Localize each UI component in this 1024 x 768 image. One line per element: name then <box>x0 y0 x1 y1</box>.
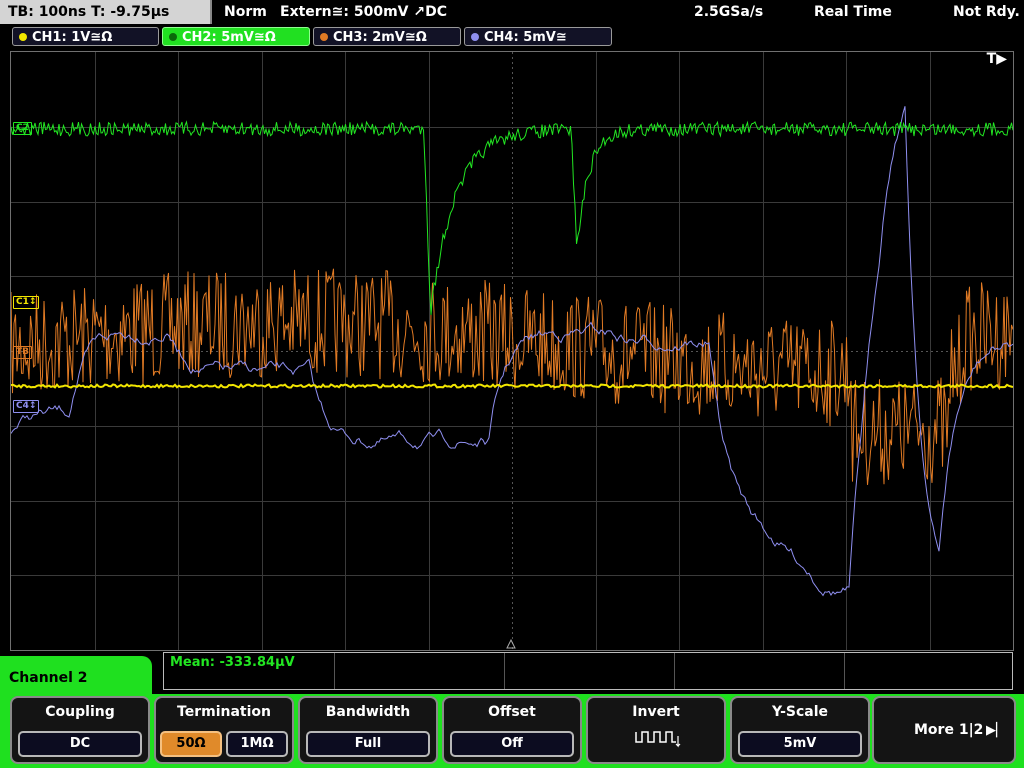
offset-title: Offset <box>488 704 536 720</box>
ch3-offset-marker[interactable]: TB <box>13 346 32 359</box>
invert-waveform-icon <box>635 731 681 748</box>
acquisition-mode: Real Time <box>814 4 892 20</box>
coupling-value-button[interactable]: DC <box>18 731 142 757</box>
ch3-color-dot <box>320 33 328 41</box>
measurement-cell-5[interactable] <box>844 653 1012 689</box>
termination-50ohm-button[interactable]: 50Ω <box>160 731 222 757</box>
ch4-label: CH4: 5mV≅ <box>484 30 567 45</box>
ch1-color-dot <box>19 33 27 41</box>
measurement-cell-4[interactable] <box>674 653 845 689</box>
trigger-position-icon <box>506 638 516 649</box>
timebase-readout[interactable]: TB: 100ns T: -9.75µs <box>0 0 212 24</box>
ch3-label: CH3: 2mV≅Ω <box>333 30 427 45</box>
more-softkey[interactable]: More 1|2 ▶▏ <box>872 696 1016 764</box>
trigger-source[interactable]: Extern≅: 500mV ↗DC <box>280 0 447 24</box>
softkey-menu: Coupling DC Termination 50Ω 1MΩ Bandwidt… <box>0 694 1024 768</box>
yscale-value-button[interactable]: 5mV <box>738 731 862 757</box>
ch1-marker-arrow-icon: ↕ <box>28 297 37 307</box>
ch1-offset-marker[interactable]: C1↕ <box>13 296 40 309</box>
bandwidth-title: Bandwidth <box>325 704 411 720</box>
measurement-panel: Mean: -333.84µV <box>163 652 1013 690</box>
ch4-color-dot <box>471 33 479 41</box>
offset-value-button[interactable]: Off <box>450 731 574 757</box>
ch3-marker-label: TB <box>16 347 29 357</box>
trigger-marker-label: T <box>986 51 997 67</box>
yscale-softkey[interactable]: Y-Scale 5mV <box>730 696 870 764</box>
yscale-title: Y-Scale <box>771 704 828 720</box>
measurement-cell-3[interactable] <box>504 653 675 689</box>
ch2-marker-label: C2 <box>16 123 29 133</box>
sample-rate: 2.5GSa/s <box>694 4 764 20</box>
invert-title: Invert <box>632 704 680 720</box>
channel-tab-1[interactable]: CH1: 1V≅Ω <box>12 27 159 46</box>
measurement-cell-2[interactable] <box>334 653 505 689</box>
more-label: More 1|2 <box>914 722 984 738</box>
channel-tab-4[interactable]: CH4: 5mV≅ <box>464 27 612 46</box>
next-page-icon: ▶▏ <box>986 723 1006 738</box>
status-bar: TB: 100ns T: -9.75µs Norm Extern≅: 500mV… <box>0 0 1024 24</box>
channel-bar: CH1: 1V≅Ω CH2: 5mV≅Ω CH3: 2mV≅Ω CH4: 5mV… <box>0 26 1024 48</box>
coupling-softkey[interactable]: Coupling DC <box>10 696 150 764</box>
bandwidth-softkey[interactable]: Bandwidth Full <box>298 696 438 764</box>
termination-title: Termination <box>177 704 271 720</box>
ch2-offset-marker[interactable]: C2 <box>13 122 32 135</box>
channel-tab-2[interactable]: CH2: 5mV≅Ω <box>162 27 310 46</box>
coupling-title: Coupling <box>45 704 115 720</box>
ch2-label: CH2: 5mV≅Ω <box>182 30 276 45</box>
acquisition-state: Not Rdy. <box>953 4 1020 20</box>
termination-1mohm-button[interactable]: 1MΩ <box>226 731 288 757</box>
ch4-offset-marker[interactable]: C4↕ <box>13 400 40 413</box>
ch1-label: CH1: 1V≅Ω <box>32 30 113 45</box>
waveform-display[interactable]: T▶ C2 C1↕ TB C4↕ <box>10 51 1014 651</box>
ch4-marker-arrow-icon: ↕ <box>28 401 37 411</box>
trigger-level-marker[interactable]: T▶ <box>985 51 1009 67</box>
trigger-mode[interactable]: Norm <box>224 0 267 24</box>
offset-softkey[interactable]: Offset Off <box>442 696 582 764</box>
mean-measurement: Mean: -333.84µV <box>170 655 295 670</box>
ch2-color-dot <box>169 33 177 41</box>
invert-softkey[interactable]: Invert <box>586 696 726 764</box>
ch4-marker-label: C4 <box>16 401 29 411</box>
termination-softkey[interactable]: Termination 50Ω 1MΩ <box>154 696 294 764</box>
trigger-arrow-icon: ▶ <box>996 51 1007 67</box>
ch1-marker-label: C1 <box>16 297 29 307</box>
channel-tab-3[interactable]: CH3: 2mV≅Ω <box>313 27 461 46</box>
waveform-canvas <box>10 52 1014 650</box>
bandwidth-value-button[interactable]: Full <box>306 731 430 757</box>
measurement-cell-1[interactable]: Mean: -333.84µV <box>164 653 335 689</box>
